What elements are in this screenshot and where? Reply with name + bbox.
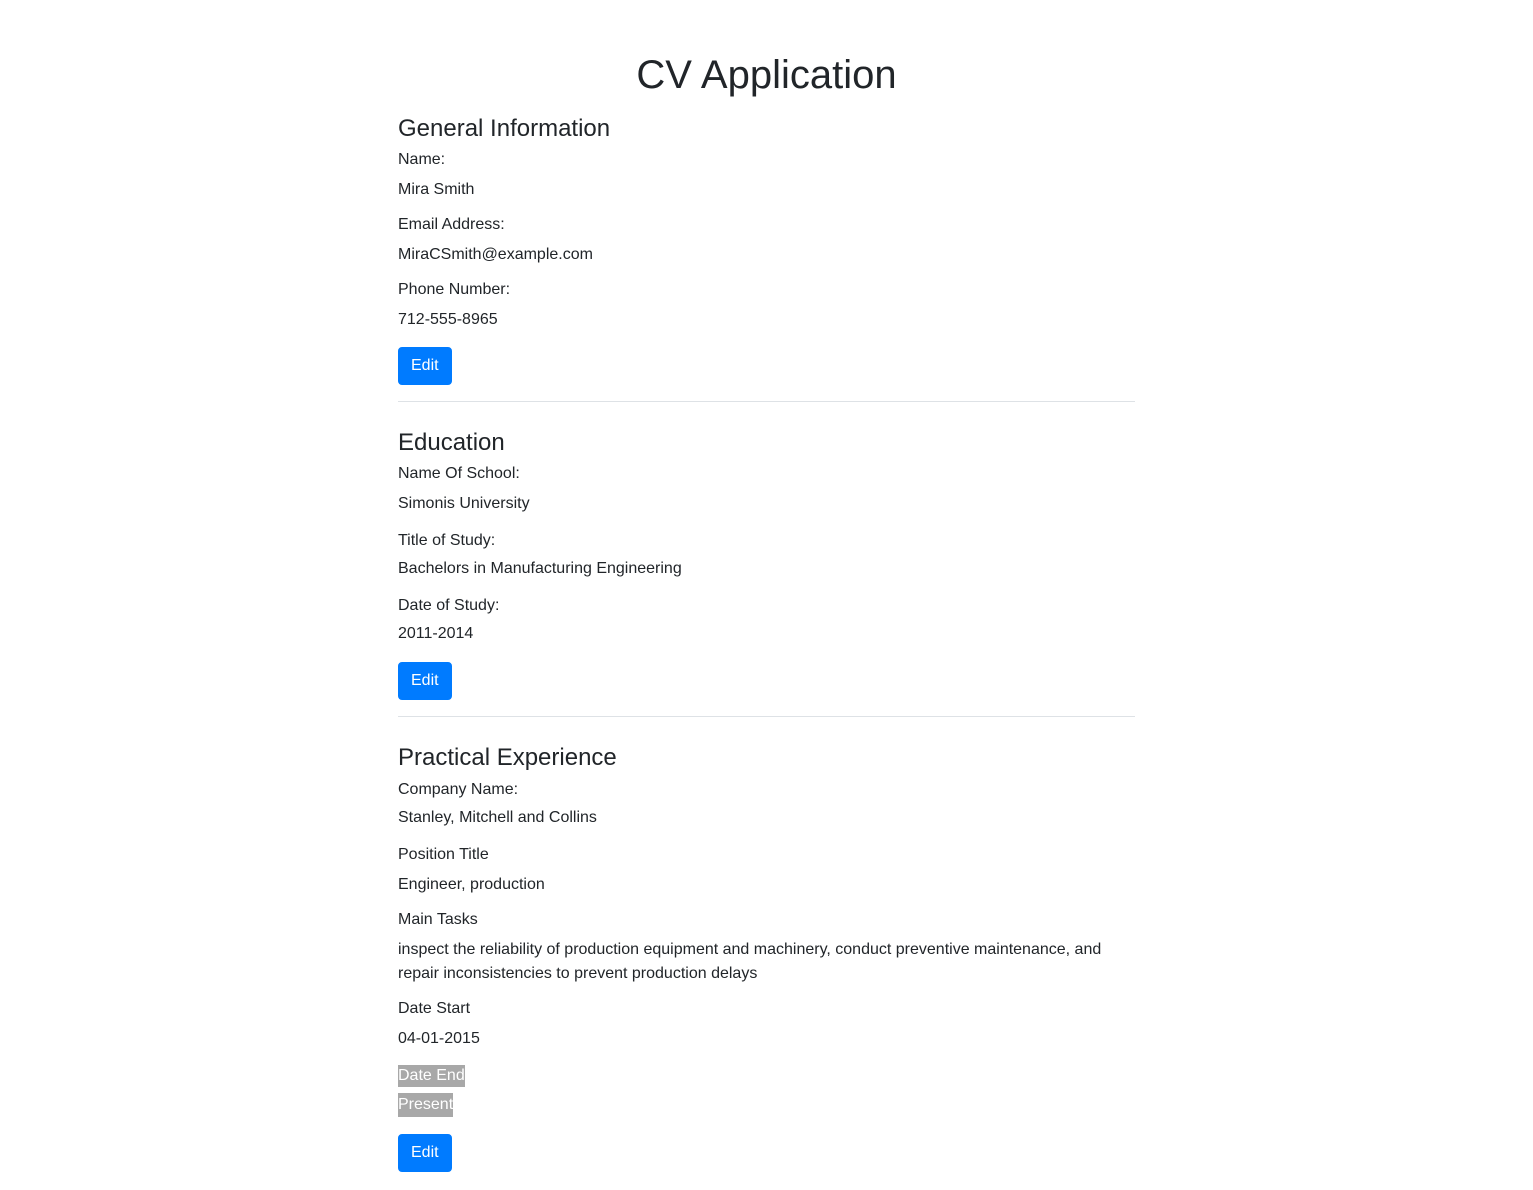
phone-value: 712-555-8965 [398,311,498,328]
practical-experience-heading: Practical Experience [398,744,617,771]
phone-label: Phone Number: [398,281,511,298]
date-end-value-row: Present [398,1093,1135,1117]
date-end-label-row: Date End [398,1065,1135,1087]
date-end-label: Date End [398,1065,465,1087]
name-label: Name: [398,151,446,168]
company-value: Stanley, Mitchell and Collins [398,809,597,826]
practical-experience-section: Practical Experience Company Name: Stanl… [398,743,1135,1188]
position-label: Position Title [398,846,489,863]
tasks-value: inspect the reliability of production eq… [398,941,1102,982]
school-value: Simonis University [398,495,530,512]
company-label: Company Name: [398,781,519,798]
date-end-value: Present [398,1093,454,1117]
name-value: Mira Smith [398,181,475,198]
study-date-value: 2011-2014 [398,625,474,642]
study-title-value: Bachelors in Manufacturing Engineering [398,560,682,577]
study-date-label: Date of Study: [398,597,500,614]
email-value: MiraCSmith@example.com [398,246,593,263]
date-start-value: 04-01-2015 [398,1030,480,1047]
education-edit-button[interactable]: Edit [398,662,452,700]
cv-container: CV Application General Information Name:… [398,0,1135,1188]
experience-edit-button[interactable]: Edit [398,1134,452,1172]
email-label: Email Address: [398,216,505,233]
general-information-section: General Information Name: Mira Smith Ema… [398,114,1135,402]
education-section: Education Name Of School: Simonis Univer… [398,428,1135,717]
position-value: Engineer, production [398,876,545,893]
tasks-label: Main Tasks [398,911,478,928]
general-information-heading: General Information [398,115,611,142]
study-title-label: Title of Study: [398,532,496,549]
page-title: CV Application [636,53,897,97]
date-start-label: Date Start [398,1000,471,1017]
school-label: Name Of School: [398,465,520,482]
education-heading: Education [398,429,505,456]
general-edit-button[interactable]: Edit [398,347,452,385]
